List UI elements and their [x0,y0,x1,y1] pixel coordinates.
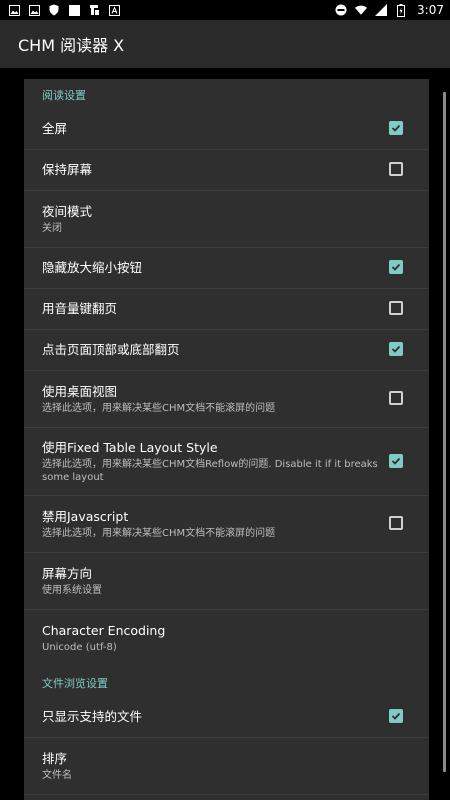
wifi-icon [355,4,368,16]
pref-title: 只显示支持的文件 [42,709,143,724]
fullscreen-checkbox[interactable] [389,121,403,135]
pref-character-encoding[interactable]: Character Encoding Unicode (utf-8) [24,610,429,667]
pref-fullscreen[interactable]: 全屏 [24,109,429,150]
pref-show-supported-files[interactable]: 只显示支持的文件 [24,697,429,738]
desktop-view-checkbox[interactable] [389,391,403,405]
pref-title: 用音量键翻页 [42,301,118,316]
check-icon [391,263,401,271]
battery-icon [395,3,407,17]
pref-title: 禁用Javascript [42,508,129,524]
square-icon [68,4,80,16]
pref-desktop-view[interactable]: 使用桌面视图 选择此选项，用来解决某些CHM文档不能滚屏的问题 [24,371,429,428]
pref-summary: Unicode (utf-8) [42,642,117,653]
pref-volume-key-paging[interactable]: 用音量键翻页 [24,289,429,330]
pref-summary: 选择此选项，用来解决某些CHM文档Reflow的问题. Disable it i… [42,458,378,483]
section-header-reading: 阅读设置 [42,89,86,102]
pref-title: 排序 [42,750,68,766]
pref-title: 使用桌面视图 [42,383,118,399]
shield-icon [48,4,60,16]
section-header-file-browser: 文件浏览设置 [42,677,108,690]
settings-list[interactable]: 阅读设置 全屏 保持屏幕 夜间模式 关闭 隐藏放大缩小按钮 用音量键翻页 点击页… [24,79,429,800]
pref-fixed-table-layout[interactable]: 使用Fixed Table Layout Style 选择此选项，用来解决某些C… [24,428,429,496]
image-icon [8,4,20,16]
pref-title: 保持屏幕 [42,162,93,177]
pref-summary: 选择此选项，用来解决某些CHM文档不能滚屏的问题 [42,527,276,539]
signal-icon [375,4,388,16]
pref-title: 使用Fixed Table Layout Style [42,439,218,455]
pref-screen-orientation[interactable]: 屏幕方向 使用系统设置 [24,553,429,610]
tap-paging-checkbox[interactable] [389,342,403,356]
pref-summary: 关闭 [42,222,62,234]
pref-summary: 使用系统设置 [42,584,102,596]
status-bar: 3:07 [0,0,450,20]
keep-screen-checkbox[interactable] [389,162,403,176]
pref-summary: 文件名 [42,769,72,781]
check-icon [391,345,401,353]
dnd-icon [335,4,347,16]
pref-summary: 选择此选项，用来解决某些CHM文档不能滚屏的问题 [42,402,276,414]
pref-tap-paging[interactable]: 点击页面顶部或底部翻页 [24,330,429,371]
pref-title: 屏幕方向 [42,565,93,581]
image-icon [28,4,40,16]
pref-hide-zoom-buttons[interactable]: 隐藏放大缩小按钮 [24,248,429,289]
fixed-table-checkbox[interactable] [389,453,403,468]
pref-title: 点击页面顶部或底部翻页 [42,342,180,357]
volume-key-checkbox[interactable] [389,301,403,315]
font-icon [108,4,120,16]
app-bar: CHM 阅读器 X [0,20,450,68]
pref-keep-screen[interactable]: 保持屏幕 [24,150,429,191]
check-icon [391,124,401,132]
pref-title: 夜间模式 [42,203,93,219]
notification-icons [8,4,120,16]
app-title: CHM 阅读器 X [18,36,125,55]
pref-title: 隐藏放大缩小按钮 [42,260,143,275]
chm-app-icon [88,4,100,16]
pref-title: Character Encoding [42,623,166,638]
check-icon [391,712,401,720]
pref-night-mode[interactable]: 夜间模式 关闭 [24,191,429,248]
pref-title: 全屏 [42,121,68,136]
settings-screen[interactable]: 阅读设置 全屏 保持屏幕 夜间模式 关闭 隐藏放大缩小按钮 用音量键翻页 点击页… [0,68,450,800]
pref-sort[interactable]: 排序 文件名 [24,738,429,795]
system-icons: 3:07 [335,3,444,17]
show-supported-checkbox[interactable] [389,709,403,723]
scrollbar[interactable] [443,92,446,772]
pref-disable-javascript[interactable]: 禁用Javascript 选择此选项，用来解决某些CHM文档不能滚屏的问题 [24,496,429,553]
check-icon [391,457,401,465]
clock: 3:07 [417,3,444,17]
disable-javascript-checkbox[interactable] [389,516,403,530]
hide-zoom-checkbox[interactable] [389,260,403,274]
